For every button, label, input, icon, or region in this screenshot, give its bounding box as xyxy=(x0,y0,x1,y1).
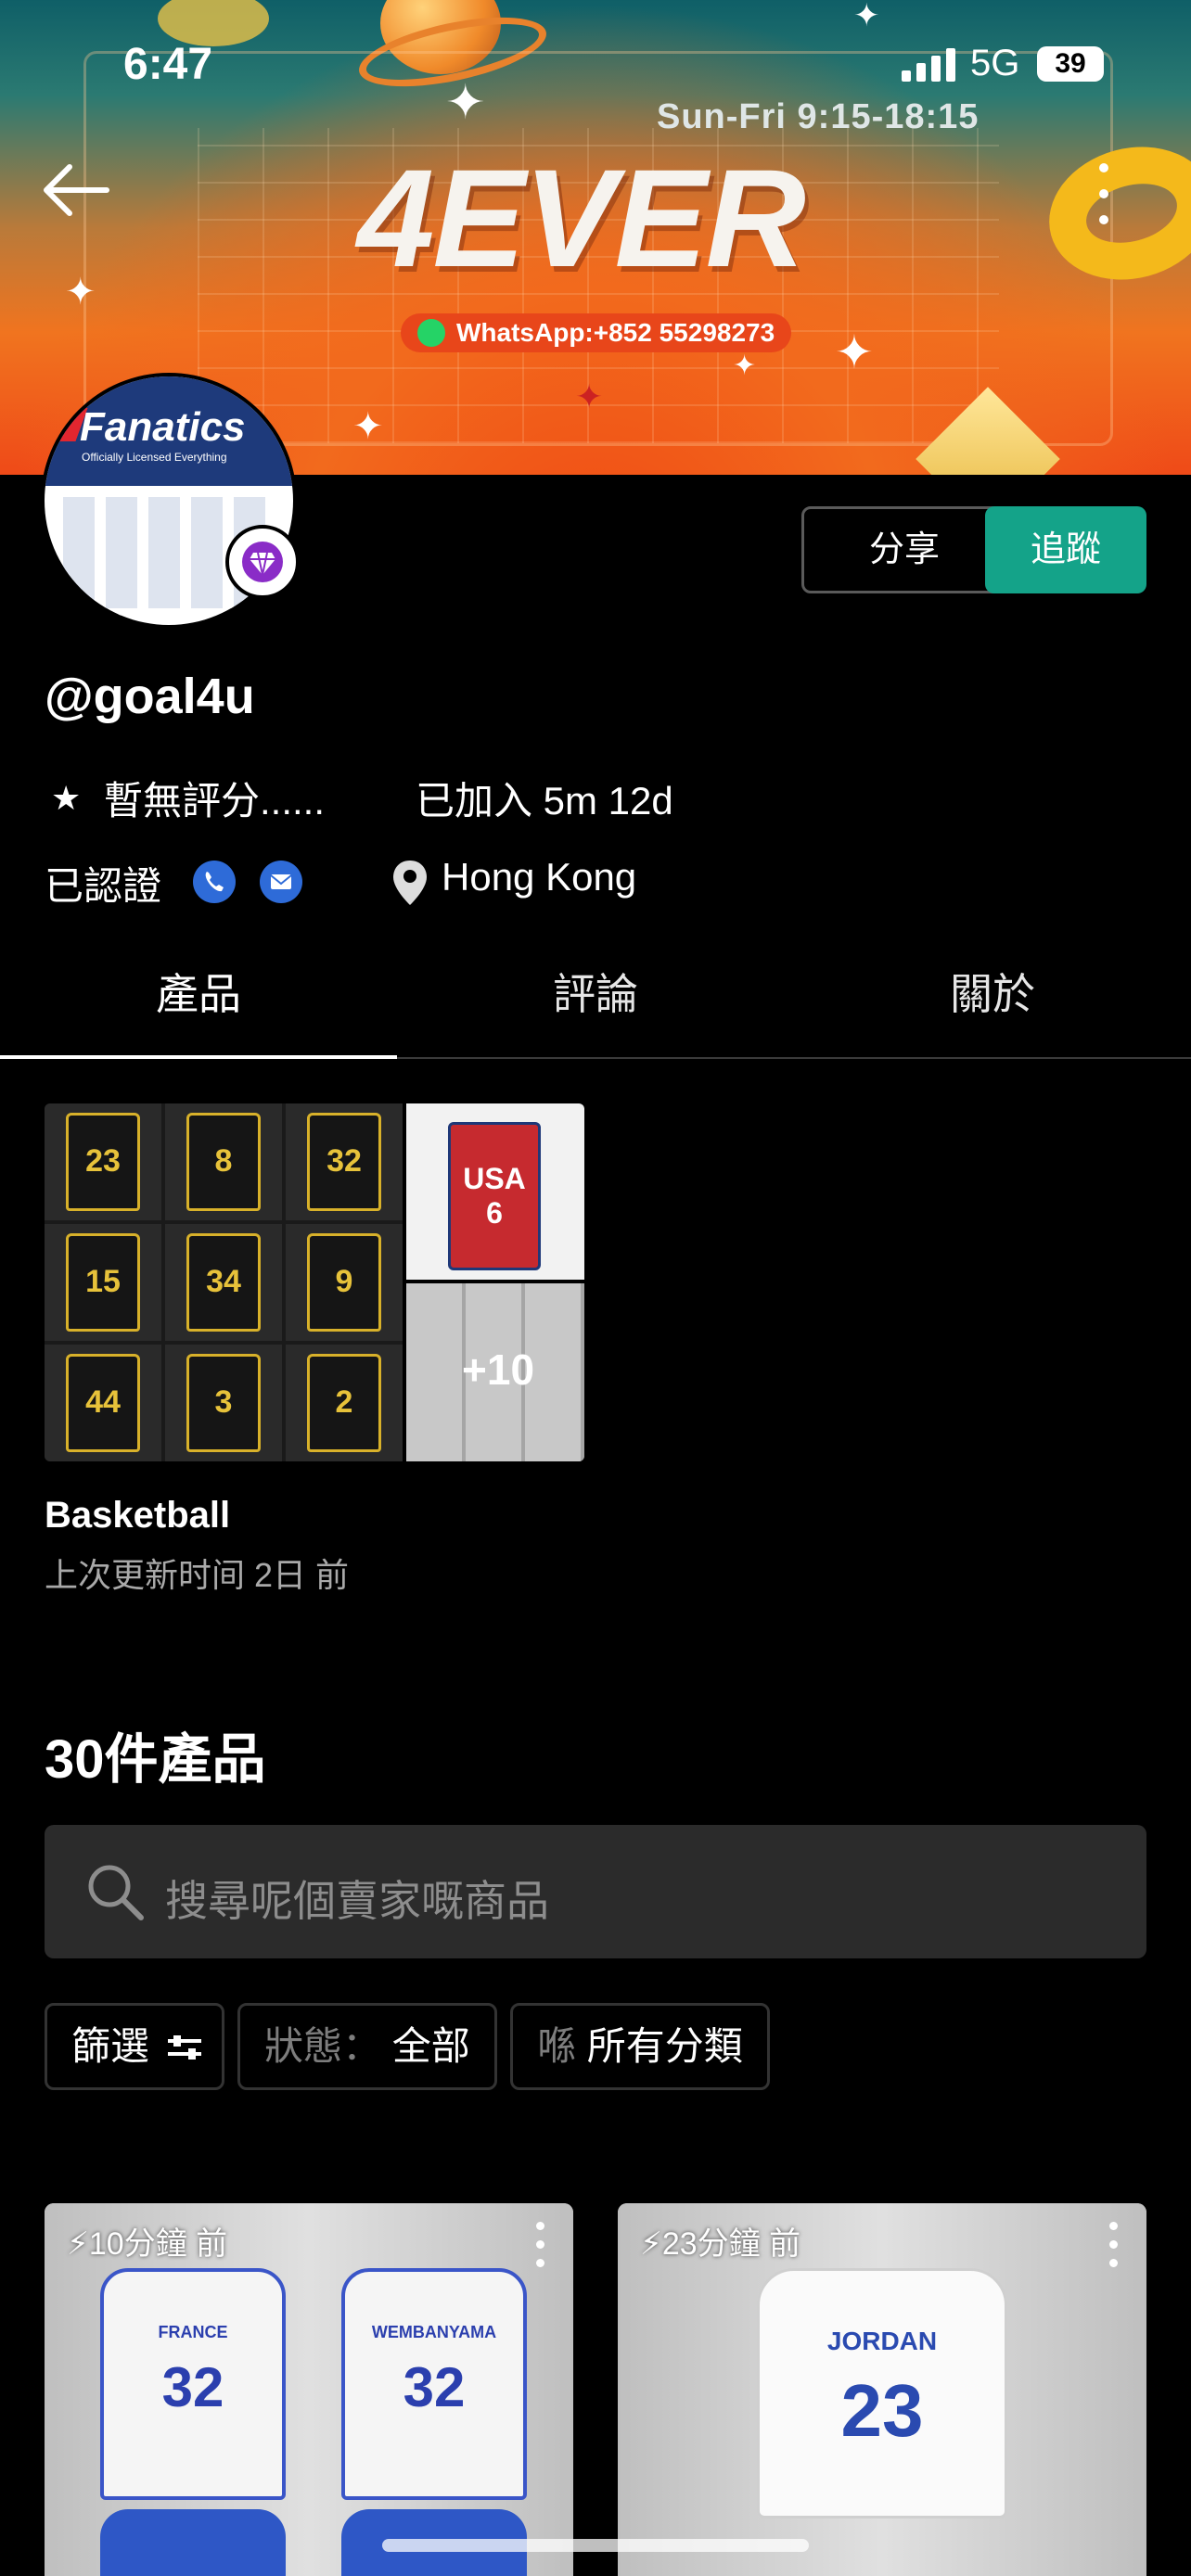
more-items-count: +10 xyxy=(462,1345,535,1394)
sparkle-icon: ✦ xyxy=(835,326,874,378)
tab-products[interactable]: 產品 xyxy=(0,961,397,1022)
product-card[interactable]: JORDAN 23 ⚡23分鐘 前 xyxy=(618,2203,1146,2576)
verified-label: 已認證 xyxy=(45,864,162,908)
category-value: 所有分類 xyxy=(586,2024,743,2068)
more-options-button[interactable] xyxy=(1085,158,1122,232)
whatsapp-icon xyxy=(417,319,445,347)
card-more-button[interactable] xyxy=(1109,2222,1119,2268)
rating-text: 暫無評分...... xyxy=(104,779,326,823)
sparkle-icon: ✦ xyxy=(733,351,757,381)
sparkle-icon: ✦ xyxy=(352,406,384,447)
mail-icon xyxy=(260,861,302,903)
star-icon: ★ xyxy=(51,779,82,817)
collection-name[interactable]: Basketball xyxy=(45,1495,230,1537)
collection-thumbnail-grid: 23 8 32 15 34 9 44 3 2 xyxy=(45,1103,403,1461)
signal-icon xyxy=(902,48,957,82)
avatar-tagline: Officially Licensed Everything xyxy=(82,451,227,464)
tab-reviews[interactable]: 評論 xyxy=(397,961,794,1022)
sliders-icon xyxy=(167,2035,201,2060)
location-pin-icon xyxy=(391,859,429,907)
follow-button[interactable]: 追蹤 xyxy=(985,506,1146,593)
filter-label: 篩選 xyxy=(71,2024,150,2068)
profile-tabs: 產品 評論 關於 xyxy=(0,927,1191,1059)
product-card[interactable]: FRANCE 32 WEMBANYAMA 32 ⚡10分鐘 前 xyxy=(45,2203,573,2576)
category-prefix: 喺 xyxy=(537,2024,577,2068)
back-button[interactable] xyxy=(37,158,121,223)
lightning-icon: ⚡ xyxy=(67,2226,89,2262)
sparkle-icon: ✦ xyxy=(575,377,604,415)
lightning-icon: ⚡ xyxy=(640,2226,662,2262)
avatar-brand: Fanatics xyxy=(80,404,246,450)
listing-time: ⚡10分鐘 前 xyxy=(67,2226,228,2262)
product-count: 30件產品 xyxy=(45,1729,266,1790)
sparkle-icon: ✦ xyxy=(853,0,880,33)
battery-icon: 39 xyxy=(1037,46,1104,82)
joined-duration: 已加入 5m 12d xyxy=(416,779,673,823)
share-button[interactable]: 分享 xyxy=(801,506,1007,593)
diamond-icon xyxy=(225,525,300,599)
status-value: 全部 xyxy=(391,2024,470,2068)
sparkle-icon: ✦ xyxy=(65,272,96,312)
card-more-button[interactable] xyxy=(536,2222,545,2268)
whatsapp-number: WhatsApp:+852 55298273 xyxy=(456,318,775,347)
tab-about[interactable]: 關於 xyxy=(794,961,1191,1022)
network-type: 5G xyxy=(970,43,1020,83)
collection-card[interactable]: 23 8 32 15 34 9 44 3 2 USA 6 +10 xyxy=(45,1103,584,1461)
sparkle-icon: ✦ xyxy=(445,76,486,130)
phone-icon xyxy=(193,861,236,903)
category-filter[interactable]: 喺 所有分類 xyxy=(510,2003,770,2090)
collection-updated-time: 上次更新时间 2日 前 xyxy=(45,1556,350,1594)
location-text: Hong Kong xyxy=(442,855,637,899)
active-tab-indicator xyxy=(0,1055,397,1059)
status-filter[interactable]: 狀態： 全部 xyxy=(237,2003,497,2090)
banner-logo: 4EVER xyxy=(357,140,806,296)
username: @goal4u xyxy=(45,669,255,724)
status-time: 6:47 xyxy=(123,40,213,89)
search-input[interactable]: 搜尋呢個賣家嘅商品 xyxy=(45,1825,1146,1958)
search-placeholder: 搜尋呢個賣家嘅商品 xyxy=(165,1877,549,1925)
filter-button[interactable]: 篩選 xyxy=(45,2003,224,2090)
back-arrow-icon xyxy=(44,164,109,216)
collection-thumbnail: USA 6 xyxy=(406,1103,584,1280)
home-indicator xyxy=(382,2539,809,2552)
search-icon xyxy=(88,1865,144,1920)
status-prefix: 狀態： xyxy=(264,2024,382,2068)
business-hours: Sun-Fri 9:15-18:15 xyxy=(657,97,980,136)
whatsapp-contact: WhatsApp:+852 55298273 xyxy=(401,313,792,352)
listing-time: ⚡23分鐘 前 xyxy=(640,2226,801,2262)
